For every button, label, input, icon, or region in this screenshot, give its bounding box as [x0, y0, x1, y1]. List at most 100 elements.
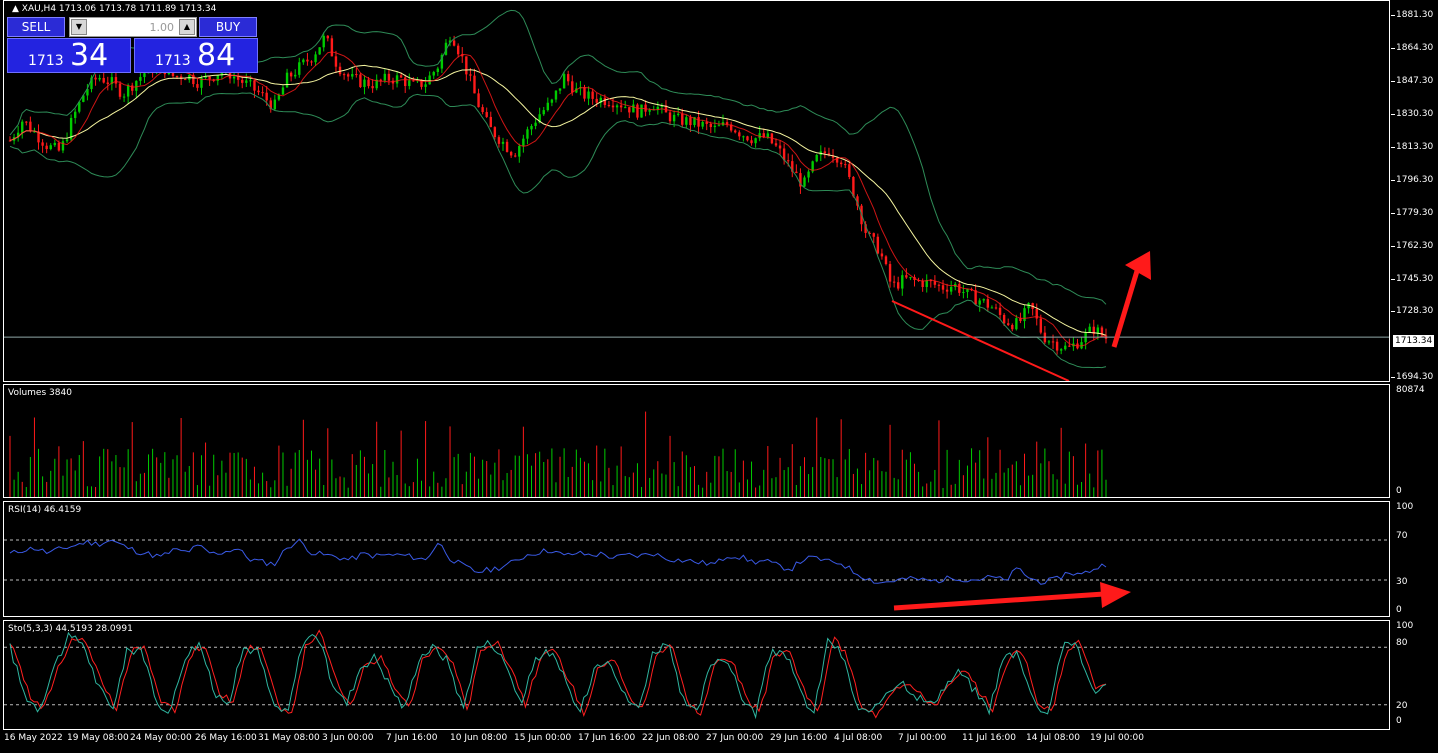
candle-body [61, 141, 65, 151]
candle-body [298, 62, 301, 75]
candle-body [306, 59, 309, 62]
sto-level-100: 100 [1396, 621, 1414, 631]
candle-body [888, 264, 892, 282]
candle-body [359, 74, 362, 88]
rsi-arrow-head [1100, 582, 1131, 608]
time-axis-label: 26 May 16:00 [195, 733, 257, 743]
price-axis-tick [1391, 279, 1395, 280]
rsi-arrow-shaft [893, 591, 1105, 611]
candle-body [583, 87, 586, 99]
candle-body [892, 281, 896, 283]
chart-symbol-title: ▲ XAU,H4 1713.06 1713.78 1711.89 1713.34 [12, 4, 217, 14]
candle-body [143, 73, 146, 78]
candle-body [998, 307, 1002, 315]
candle-body [485, 112, 488, 117]
candle-body [98, 77, 101, 80]
volumes-axis-min: 0 [1396, 486, 1402, 496]
candle-body [611, 105, 615, 108]
candle-body [346, 74, 350, 77]
time-axis-label: 14 Jul 08:00 [1026, 733, 1080, 743]
candle-body [766, 133, 770, 138]
sto-level-0: 0 [1396, 716, 1402, 726]
candle-body [53, 142, 57, 146]
candle-body [29, 121, 32, 132]
candle-body [302, 59, 305, 63]
candle-body [94, 77, 97, 80]
price-axis-tick [1391, 15, 1395, 16]
buy-price-small: 1713 [155, 53, 191, 69]
candle-body [371, 86, 374, 89]
buy-button[interactable]: BUY [199, 17, 257, 37]
downtrend-line [891, 300, 1070, 381]
candle-body [285, 72, 289, 88]
candle-body [236, 76, 240, 80]
candle-body [941, 285, 945, 290]
candle-body [778, 145, 782, 149]
candle-body [534, 122, 537, 126]
candle-body [603, 97, 607, 105]
candle-body [232, 76, 236, 79]
candle-body [245, 80, 248, 83]
candle-body [432, 72, 435, 76]
candle-body [253, 80, 256, 91]
sto-level-20: 20 [1396, 701, 1408, 711]
time-axis-label: 7 Jul 00:00 [898, 733, 947, 743]
candle-body [322, 35, 325, 48]
candle-body [49, 145, 52, 150]
candle-body [314, 54, 317, 63]
candle-body [1064, 345, 1067, 350]
buy-price-box[interactable]: 1713 84 [134, 38, 258, 73]
candle-body [436, 68, 440, 73]
price-axis-label: 1864.30 [1396, 43, 1434, 53]
volume-field[interactable]: ▼ ▲ [69, 17, 197, 37]
candle-body [994, 307, 998, 309]
candle-body [509, 151, 513, 156]
candle-body [493, 127, 497, 138]
time-axis-label: 19 May 08:00 [67, 733, 129, 743]
candle-body [676, 113, 680, 115]
sell-price-box[interactable]: 1713 34 [7, 38, 131, 73]
candle-body [399, 75, 403, 78]
candle-body [550, 99, 554, 103]
candle-body [514, 155, 517, 157]
volumes-axis-max: 80874 [1396, 385, 1425, 395]
stochastic-title: Sto(5,3,3) 44.5193 28.0991 [8, 624, 133, 634]
stochastic-pane[interactable]: Sto(5,3,3) 44.5193 28.0991 [3, 620, 1390, 730]
candle-body [363, 79, 366, 88]
candle-body [554, 90, 558, 100]
candle-body [542, 110, 545, 115]
time-axis-label: 31 May 08:00 [258, 733, 320, 743]
candle-body [844, 164, 847, 166]
volume-decrease-icon[interactable]: ▼ [71, 19, 87, 35]
candle-body [815, 155, 818, 162]
price-axis-label: 1881.30 [1396, 10, 1434, 20]
candle-body [412, 80, 415, 82]
candle-body [697, 117, 700, 127]
volumes-pane[interactable]: Volumes 3840 [3, 384, 1390, 498]
price-axis-label: 1830.30 [1396, 109, 1434, 119]
candle-body [367, 79, 370, 87]
candle-body [183, 79, 187, 81]
candle-body [795, 171, 798, 174]
candle-body [962, 291, 965, 293]
candle-body [872, 233, 875, 237]
candle-body [294, 74, 297, 77]
rsi-pane[interactable]: RSI(14) 46.4159 [3, 501, 1390, 617]
volume-input[interactable] [88, 19, 176, 35]
rsi-line [9, 538, 1107, 585]
candle-body [624, 107, 627, 109]
candle-body [338, 66, 342, 75]
candle-body [546, 102, 550, 111]
time-axis-label: 24 May 00:00 [130, 733, 192, 743]
candle-body [289, 72, 293, 77]
candle-body [672, 114, 676, 122]
volume-increase-icon[interactable]: ▲ [179, 19, 195, 35]
price-axis-label: 1779.30 [1396, 208, 1434, 218]
candle-body [379, 79, 382, 81]
candle-body [469, 74, 472, 76]
price-axis-label: 1813.30 [1396, 142, 1434, 152]
candle-body [1047, 341, 1051, 343]
candle-body [281, 87, 285, 95]
time-axis-label: 17 Jun 16:00 [578, 733, 636, 743]
sell-button[interactable]: SELL [7, 17, 65, 37]
